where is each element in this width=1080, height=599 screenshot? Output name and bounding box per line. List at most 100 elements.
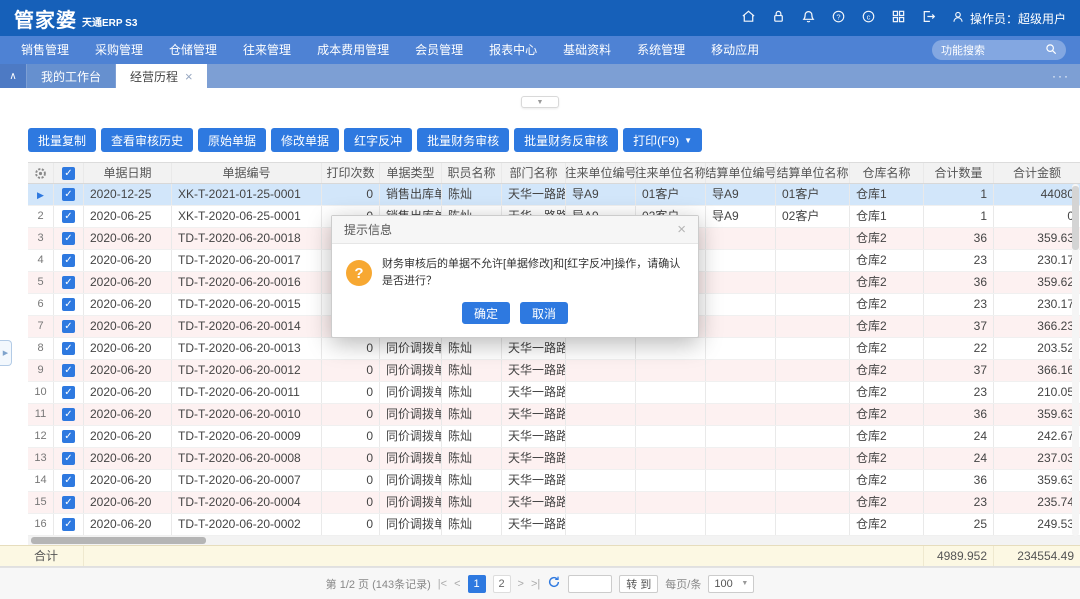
lock-icon[interactable]: [771, 9, 786, 27]
column-header-date[interactable]: 单据日期: [84, 163, 172, 183]
row-checkbox[interactable]: ✓: [62, 254, 75, 267]
row-checkbox[interactable]: ✓: [62, 188, 75, 201]
home-icon[interactable]: [741, 9, 756, 27]
row-checkbox[interactable]: ✓: [62, 276, 75, 289]
column-header-employee[interactable]: 职员名称: [442, 163, 502, 183]
filter-collapse-toggle[interactable]: ▼: [521, 96, 559, 108]
tab-overflow-icon[interactable]: ···: [1042, 64, 1080, 88]
cell: 01客户: [776, 184, 850, 205]
table-row[interactable]: 14✓2020-06-20TD-T-2020-06-20-00070同价调拨单陈…: [28, 470, 1080, 492]
row-checkbox[interactable]: ✓: [62, 518, 75, 531]
nav-item-contacts[interactable]: 往来管理: [230, 36, 304, 64]
column-header-settle-name[interactable]: 结算单位名称: [776, 163, 850, 183]
cell: [636, 338, 706, 359]
column-header-department[interactable]: 部门名称: [502, 163, 566, 183]
page-button-1[interactable]: 1: [468, 575, 486, 593]
column-header-settle-no[interactable]: 结算单位编号: [706, 163, 776, 183]
select-all-checkbox[interactable]: ✓: [62, 167, 75, 180]
apps-grid-icon[interactable]: [891, 9, 906, 27]
help-icon[interactable]: ?: [831, 9, 846, 27]
operator-info[interactable]: 操作员：超级用户: [951, 10, 1066, 27]
bell-icon[interactable]: [801, 9, 816, 27]
sidebar-expand-handle[interactable]: ▶: [0, 340, 12, 366]
table-row[interactable]: 8✓2020-06-20TD-T-2020-06-20-00130同价调拨单陈灿…: [28, 338, 1080, 360]
dialog-close-icon[interactable]: ×: [677, 221, 686, 238]
first-page-icon[interactable]: |<: [438, 578, 447, 590]
table-row[interactable]: 10✓2020-06-20TD-T-2020-06-20-00110同价调拨单陈…: [28, 382, 1080, 404]
table-row[interactable]: 12✓2020-06-20TD-T-2020-06-20-00090同价调拨单陈…: [28, 426, 1080, 448]
batch-copy-button[interactable]: 批量复制: [28, 128, 96, 152]
cell: [776, 492, 850, 513]
row-checkbox[interactable]: ✓: [62, 386, 75, 399]
column-header-total-amount[interactable]: 合计金额: [994, 163, 1080, 183]
function-search[interactable]: 功能搜索: [932, 40, 1066, 60]
view-audit-history-button[interactable]: 查看审核历史: [101, 128, 193, 152]
nav-item-reports[interactable]: 报表中心: [476, 36, 550, 64]
row-checkbox[interactable]: ✓: [62, 342, 75, 355]
nav-item-system[interactable]: 系统管理: [624, 36, 698, 64]
table-row[interactable]: 16✓2020-06-20TD-T-2020-06-20-00020同价调拨单陈…: [28, 514, 1080, 536]
row-checkbox[interactable]: ✓: [62, 496, 75, 509]
next-page-icon[interactable]: >: [518, 578, 524, 590]
cell: 23: [924, 492, 994, 513]
batch-finance-audit-button[interactable]: 批量财务审核: [417, 128, 509, 152]
row-checkbox[interactable]: ✓: [62, 298, 75, 311]
column-header-total-qty[interactable]: 合计数量: [924, 163, 994, 183]
column-settings-gear-icon[interactable]: [28, 163, 54, 183]
per-page-select[interactable]: 100 ▼: [708, 575, 754, 593]
column-header-print-count[interactable]: 打印次数: [322, 163, 380, 183]
red-reverse-button[interactable]: 红字反冲: [344, 128, 412, 152]
app-window: 管家婆 天通ERP S3 ? c: [0, 0, 1080, 599]
page-button-2[interactable]: 2: [493, 575, 511, 593]
prev-page-icon[interactable]: <: [454, 578, 460, 590]
nav-item-warehouse[interactable]: 仓储管理: [156, 36, 230, 64]
cell: 203.52: [994, 338, 1080, 359]
row-checkbox[interactable]: ✓: [62, 320, 75, 333]
table-row[interactable]: ▶✓2020-12-25XK-T-2021-01-25-00010销售出库单陈灿…: [28, 184, 1080, 206]
goto-page-input[interactable]: [568, 575, 612, 593]
column-header-unit-name[interactable]: 往来单位名称: [636, 163, 706, 183]
horizontal-scrollbar-thumb[interactable]: [31, 537, 206, 544]
close-tab-icon[interactable]: ×: [185, 70, 193, 83]
table-row[interactable]: 13✓2020-06-20TD-T-2020-06-20-00080同价调拨单陈…: [28, 448, 1080, 470]
table-row[interactable]: 15✓2020-06-20TD-T-2020-06-20-00040同价调拨单陈…: [28, 492, 1080, 514]
nav-item-cost[interactable]: 成本费用管理: [304, 36, 402, 64]
modify-document-button[interactable]: 修改单据: [271, 128, 339, 152]
column-header-doc-number[interactable]: 单据编号: [172, 163, 322, 183]
confirm-button[interactable]: 确定: [462, 302, 510, 324]
nav-item-mobile[interactable]: 移动应用: [698, 36, 772, 64]
column-header-doc-type[interactable]: 单据类型: [380, 163, 442, 183]
row-checkbox[interactable]: ✓: [62, 430, 75, 443]
nav-item-sales[interactable]: 销售管理: [8, 36, 82, 64]
row-checkbox[interactable]: ✓: [62, 474, 75, 487]
refresh-icon[interactable]: [547, 575, 561, 592]
batch-finance-unaudit-button[interactable]: 批量财务反审核: [514, 128, 618, 152]
nav-item-members[interactable]: 会员管理: [402, 36, 476, 64]
nav-item-basedata[interactable]: 基础资料: [550, 36, 624, 64]
tab-workbench[interactable]: 我的工作台: [27, 64, 115, 88]
vertical-scrollbar-thumb[interactable]: [1072, 186, 1079, 250]
cell: 44080: [994, 184, 1080, 205]
print-button[interactable]: 打印(F9) ▼: [623, 128, 702, 152]
nav-item-purchase[interactable]: 采购管理: [82, 36, 156, 64]
tab-business-history[interactable]: 经营历程 ×: [116, 64, 207, 88]
info-icon[interactable]: c: [861, 9, 876, 27]
row-checkbox[interactable]: ✓: [62, 452, 75, 465]
column-header-warehouse[interactable]: 仓库名称: [850, 163, 924, 183]
row-checkbox-cell: ✓: [54, 184, 84, 205]
cancel-button[interactable]: 取消: [520, 302, 568, 324]
row-checkbox[interactable]: ✓: [62, 232, 75, 245]
original-document-button[interactable]: 原始单据: [198, 128, 266, 152]
last-page-icon[interactable]: >|: [531, 578, 540, 590]
row-checkbox[interactable]: ✓: [62, 408, 75, 421]
row-checkbox[interactable]: ✓: [62, 364, 75, 377]
column-header-unit-no[interactable]: 往来单位编号: [566, 163, 636, 183]
goto-page-button[interactable]: 转 到: [619, 575, 658, 593]
row-checkbox[interactable]: ✓: [62, 210, 75, 223]
cell: 同价调拨单: [380, 404, 442, 425]
collapse-tabs-icon[interactable]: ∧: [0, 64, 26, 88]
logout-icon[interactable]: [921, 9, 936, 27]
table-row[interactable]: 11✓2020-06-20TD-T-2020-06-20-00100同价调拨单陈…: [28, 404, 1080, 426]
table-row[interactable]: 9✓2020-06-20TD-T-2020-06-20-00120同价调拨单陈灿…: [28, 360, 1080, 382]
cell: 天华一路路…: [502, 184, 566, 205]
